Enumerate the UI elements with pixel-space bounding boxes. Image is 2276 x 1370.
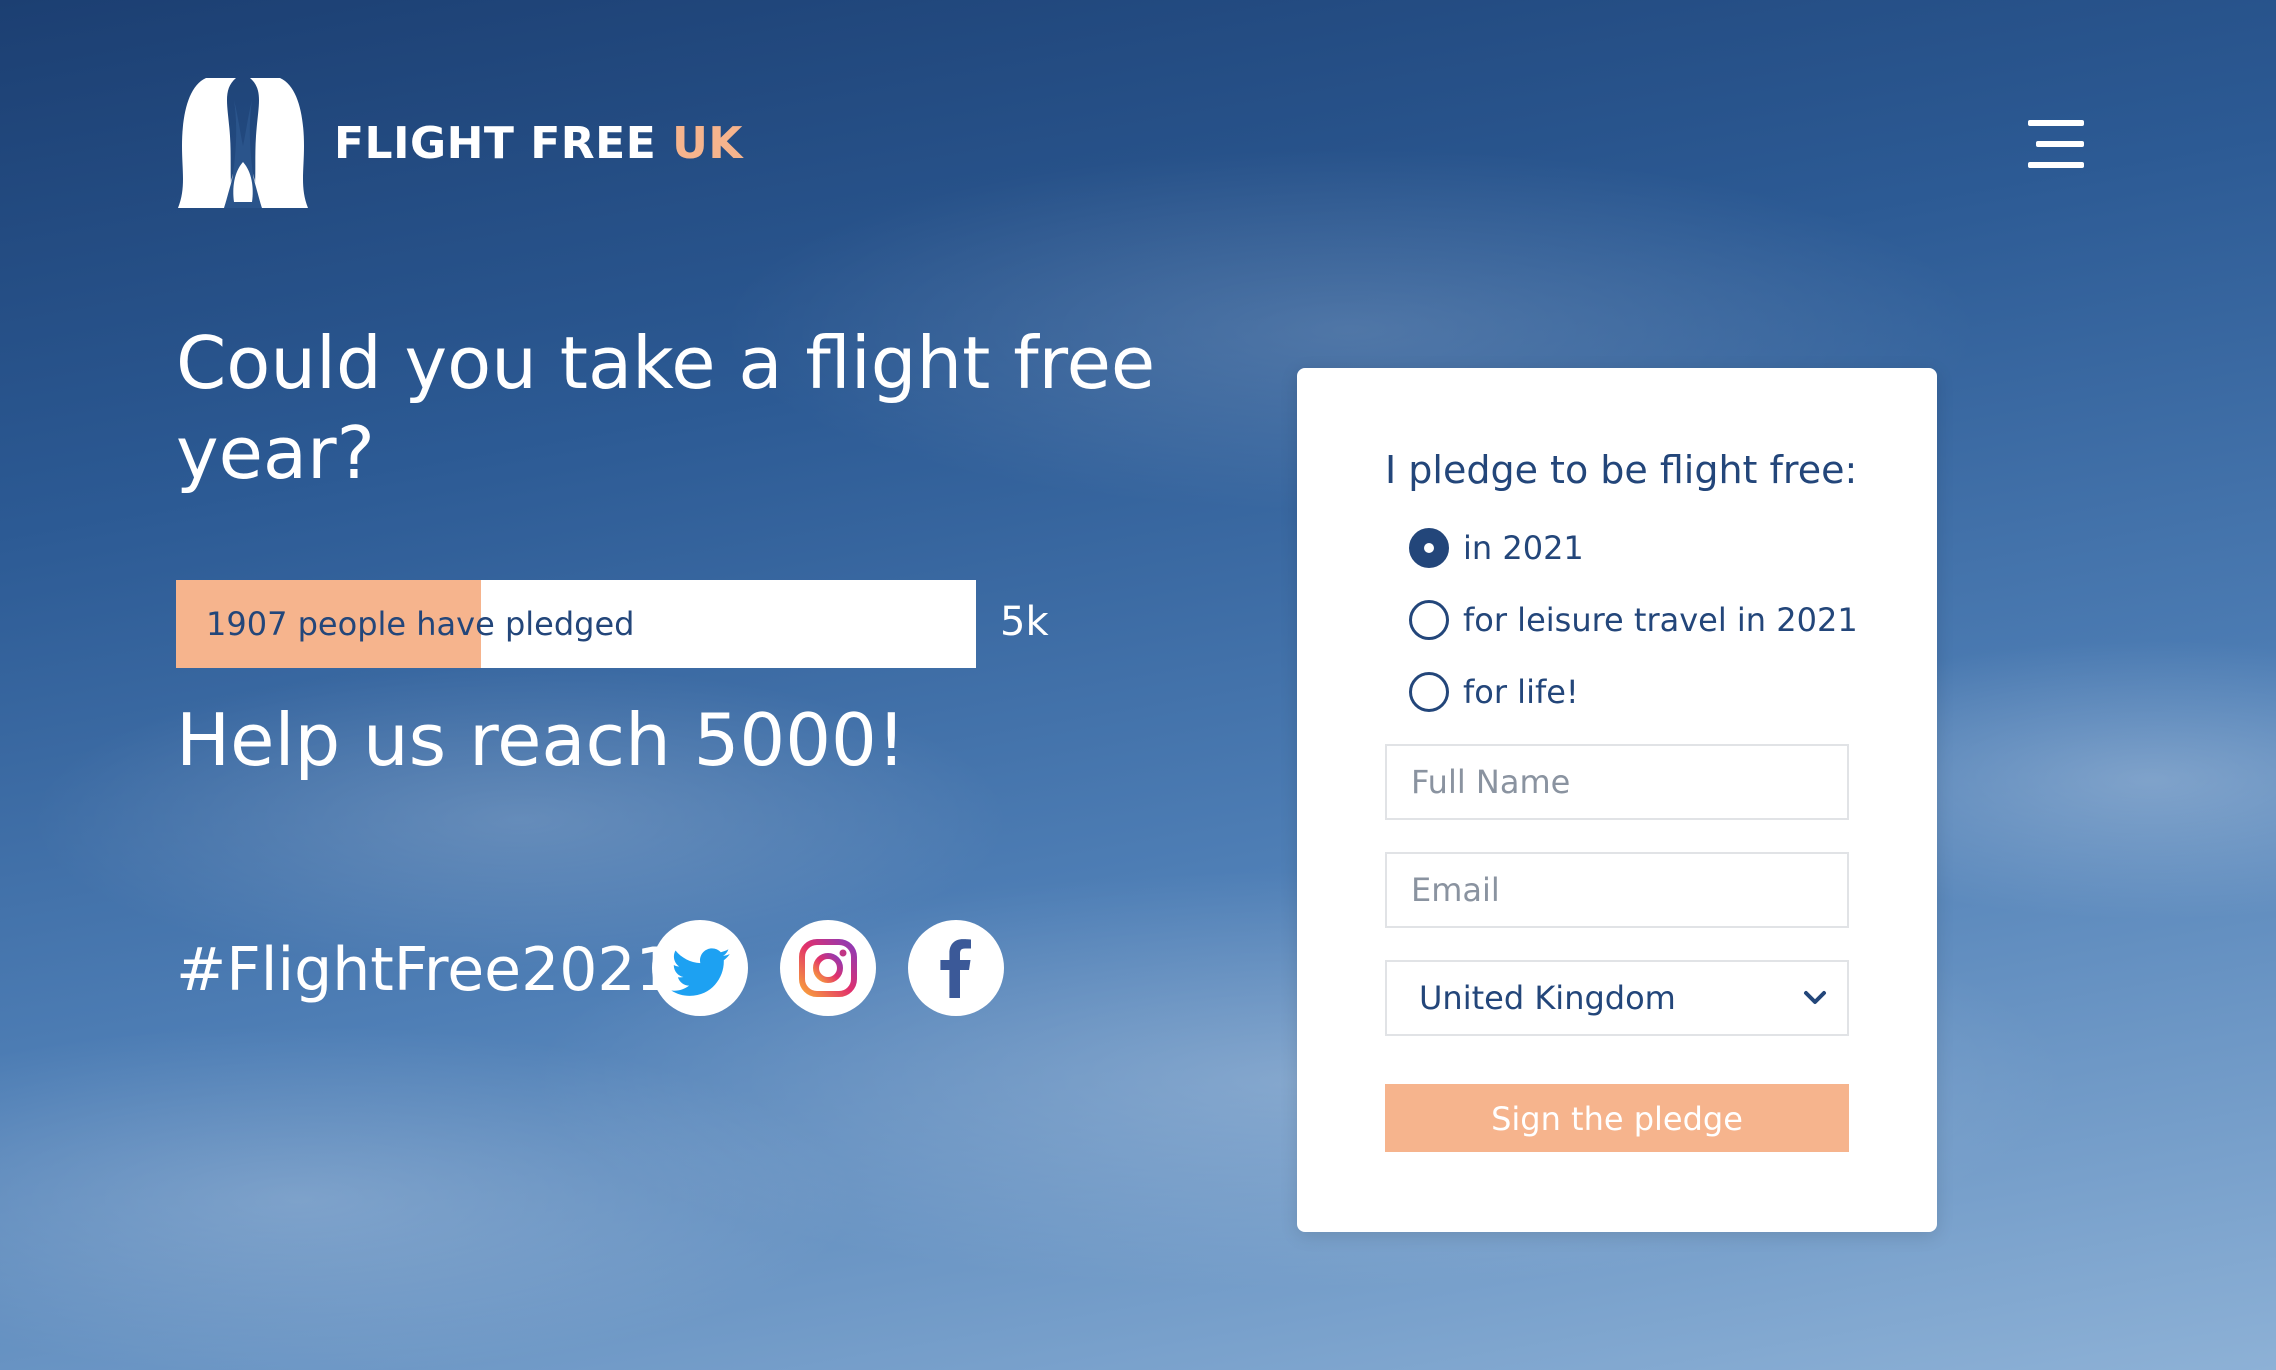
twitter-button[interactable] [652, 920, 748, 1016]
radio-label: in 2021 [1463, 529, 1584, 567]
instagram-icon [799, 939, 857, 997]
twitter-icon [671, 948, 730, 996]
pledge-progress-bar: 1907 people have pledged [176, 580, 976, 668]
brand-main: FLIGHT FREE [334, 117, 657, 169]
email-field[interactable] [1385, 852, 1849, 928]
brand-accent: UK [672, 117, 743, 169]
headline-line-1: Could you take a flight free [176, 321, 1156, 405]
sign-pledge-button[interactable]: Sign the pledge [1385, 1084, 1849, 1152]
brand-name: FLIGHT FREE UK [334, 118, 743, 169]
headline-line-2: year? [176, 411, 375, 495]
progress-label: 1907 people have pledged [206, 605, 635, 643]
penguins-logo-icon [178, 78, 308, 208]
pledge-form-title: I pledge to be flight free: [1385, 448, 1858, 492]
progress-goal: 5k [1000, 599, 1049, 645]
radio-button-selected[interactable] [1409, 528, 1449, 568]
instagram-button[interactable] [780, 920, 876, 1016]
radio-button[interactable] [1409, 600, 1449, 640]
facebook-icon [940, 939, 971, 998]
country-select-value: United Kingdom [1419, 979, 1676, 1017]
help-text: Help us reach 5000! [176, 698, 906, 782]
radio-label: for life! [1463, 673, 1579, 711]
facebook-button[interactable] [908, 920, 1004, 1016]
radio-label: for leisure travel in 2021 [1463, 601, 1858, 639]
hashtag: #FlightFree2021 [176, 935, 674, 1005]
site-header: FLIGHT FREE UK [176, 76, 2096, 210]
site-logo[interactable]: FLIGHT FREE UK [176, 76, 743, 210]
hamburger-menu-icon[interactable] [2028, 120, 2084, 168]
radio-button[interactable] [1409, 672, 1449, 712]
hero-headline: Could you take a flight free year? [176, 318, 1176, 498]
chevron-down-icon [1804, 991, 1826, 1004]
pledge-option-life[interactable]: for life! [1409, 672, 1579, 712]
pledge-option-leisure[interactable]: for leisure travel in 2021 [1409, 600, 1858, 640]
full-name-field[interactable] [1385, 744, 1849, 820]
pledge-form-card: I pledge to be flight free: in 2021 for … [1297, 368, 1937, 1232]
country-select[interactable]: United Kingdom [1385, 960, 1849, 1036]
pledge-option-2021[interactable]: in 2021 [1409, 528, 1584, 568]
